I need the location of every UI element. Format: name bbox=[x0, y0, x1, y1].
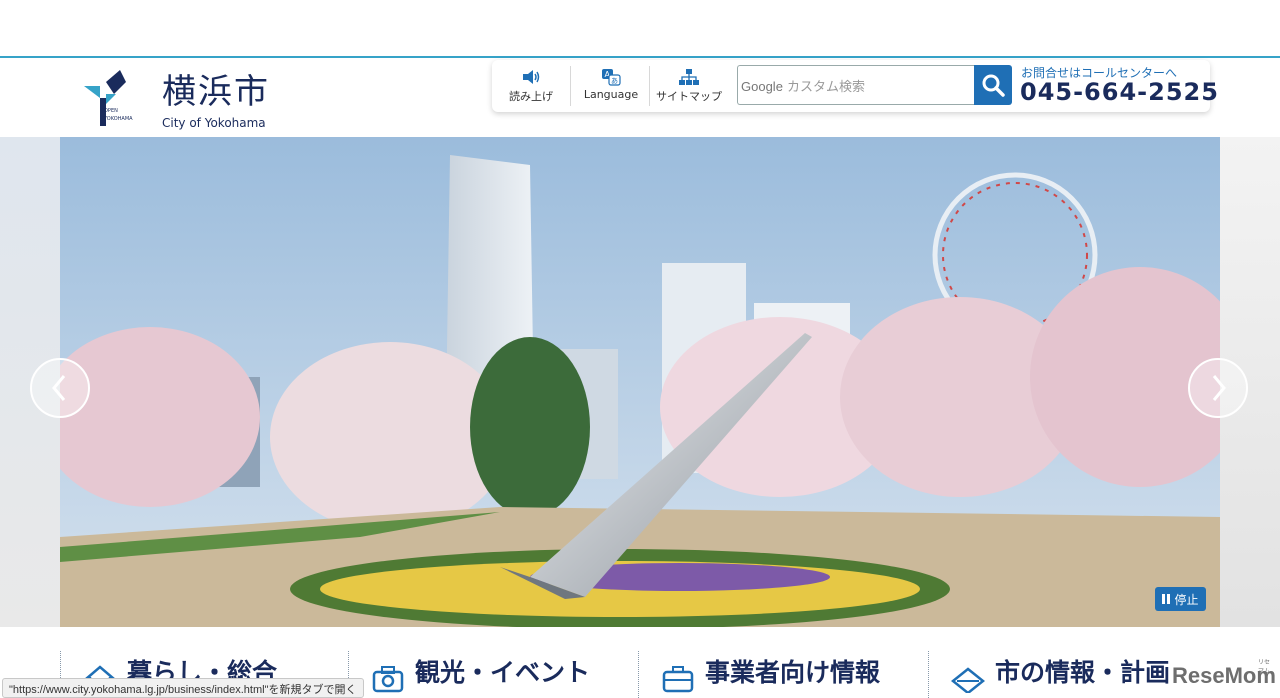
hero-carousel: 停止 bbox=[0, 137, 1280, 627]
search-icon bbox=[982, 74, 1005, 97]
sitemap-label: サイトマップ bbox=[656, 90, 722, 103]
nav-label: 観光・イベント bbox=[415, 658, 591, 687]
utility-bar: 読み上げ A あ Language サイトマップ Google カスタム検索 お… bbox=[492, 60, 1218, 112]
language-label: Language bbox=[583, 88, 639, 101]
chevron-left-icon bbox=[52, 375, 66, 401]
chevron-right-icon bbox=[1212, 375, 1226, 401]
read-aloud-label: 読み上げ bbox=[509, 90, 553, 103]
svg-text:OPEN: OPEN bbox=[104, 108, 118, 114]
browser-top-blank bbox=[0, 0, 1280, 58]
nav-label: 事業者向け情報 bbox=[705, 658, 881, 687]
pause-icon bbox=[1162, 594, 1171, 604]
resemom-watermark: ReseMom リセマム bbox=[1172, 660, 1276, 689]
divider bbox=[570, 66, 571, 106]
briefcase-icon bbox=[662, 666, 694, 693]
sitemap-button[interactable]: サイトマップ bbox=[654, 64, 724, 108]
logo-title: 横浜市 bbox=[162, 72, 270, 112]
carousel-pause-button[interactable]: 停止 bbox=[1155, 587, 1206, 611]
divider bbox=[649, 66, 650, 106]
site-logo-link[interactable]: OPEN YOKOHAMA 横浜市 City of Yokohama bbox=[80, 68, 280, 130]
sitemap-icon bbox=[679, 69, 699, 85]
nav-item-business[interactable]: 事業者向け情報 bbox=[638, 651, 928, 698]
hero-photo-minato-mirai bbox=[60, 137, 1220, 627]
svg-text:あ: あ bbox=[611, 77, 618, 85]
diamond-icon bbox=[951, 667, 985, 693]
translate-icon: A あ bbox=[602, 69, 621, 86]
google-brand-label: Google bbox=[741, 79, 783, 94]
pause-label: 停止 bbox=[1174, 592, 1199, 607]
open-yokohama-logo: OPEN YOKOHAMA bbox=[84, 70, 133, 126]
camera-icon bbox=[372, 666, 404, 693]
logo-subtitle: City of Yokohama bbox=[162, 116, 266, 130]
link-status-tooltip: "https://www.city.yokohama.lg.jp/busines… bbox=[2, 678, 364, 698]
nav-item-tourism[interactable]: 観光・イベント bbox=[348, 651, 638, 698]
svg-text:YOKOHAMA: YOKOHAMA bbox=[103, 116, 133, 122]
speaker-icon bbox=[523, 70, 540, 84]
search-placeholder: カスタム検索 bbox=[782, 80, 866, 95]
contact-phone-number: 045-664-2525 bbox=[1020, 78, 1219, 106]
language-button[interactable]: A あ Language bbox=[576, 64, 646, 108]
search-input[interactable]: Google カスタム検索 bbox=[737, 65, 975, 105]
carousel-next-button[interactable] bbox=[1188, 358, 1248, 418]
watermark-ruby: リセマム bbox=[1258, 660, 1271, 675]
read-aloud-button[interactable]: 読み上げ bbox=[498, 64, 564, 108]
nav-label: 市の情報・計画 bbox=[995, 658, 1171, 687]
carousel-prev-button[interactable] bbox=[30, 358, 90, 418]
search-button[interactable] bbox=[974, 65, 1012, 105]
site-header: OPEN YOKOHAMA 横浜市 City of Yokohama 読み上げ … bbox=[0, 58, 1280, 138]
